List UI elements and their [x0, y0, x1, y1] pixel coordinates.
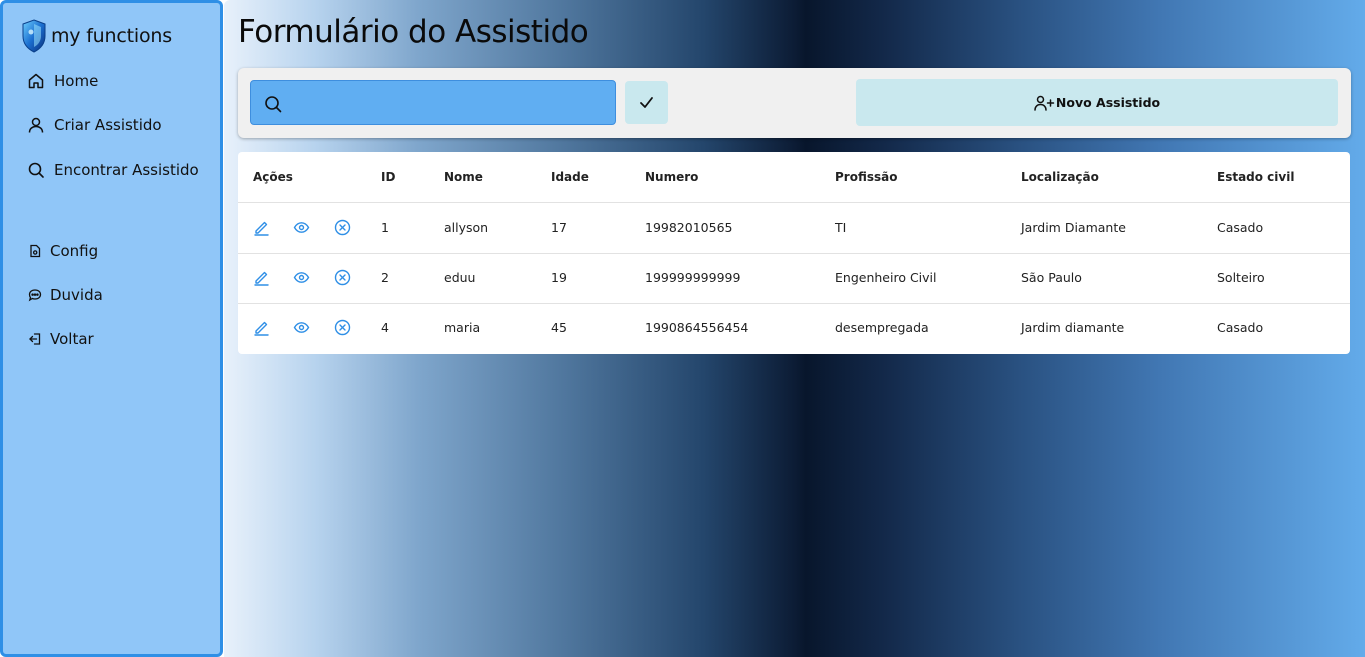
- view-icon[interactable]: [293, 219, 310, 236]
- sidebar-item-home[interactable]: Home: [27, 72, 98, 90]
- sidebar: my functions Home Criar Assistido Encont…: [0, 0, 223, 657]
- sidebar-item-label: Config: [50, 242, 99, 260]
- search-input[interactable]: [293, 81, 608, 124]
- cell-numero: 199999999999: [645, 270, 741, 285]
- column-header: Numero: [645, 170, 699, 184]
- home-icon: [27, 72, 45, 90]
- sidebar-item-label: Encontrar Assistido: [54, 161, 199, 179]
- check-icon: [640, 97, 653, 108]
- cell-idade: 17: [551, 220, 567, 235]
- cell-id: 2: [381, 270, 389, 285]
- settings-file-icon: [28, 244, 42, 258]
- confirm-search-button[interactable]: [625, 81, 668, 124]
- sidebar-item-config[interactable]: Config: [28, 242, 98, 260]
- view-icon[interactable]: [293, 319, 310, 336]
- edit-icon[interactable]: [253, 319, 270, 336]
- edit-icon[interactable]: [253, 219, 270, 236]
- cell-localizacao: Jardim diamante: [1021, 320, 1125, 335]
- sidebar-item-voltar[interactable]: Voltar: [28, 330, 94, 348]
- cell-profissao: TI: [835, 220, 847, 235]
- cell-estado-civil: Casado: [1217, 220, 1264, 235]
- chat-bubble-icon: [28, 288, 42, 302]
- view-icon[interactable]: [293, 269, 310, 286]
- sidebar-item-label: Voltar: [50, 330, 94, 348]
- column-header: ID: [381, 170, 396, 184]
- delete-icon[interactable]: [334, 269, 351, 286]
- main-content: Formulário do Assistido Novo Assistido A…: [224, 0, 1365, 657]
- search-box[interactable]: [250, 80, 616, 125]
- column-header: Ações: [253, 170, 293, 184]
- table-row: 1 allyson 17 19982010565 TI Jardim Diama…: [238, 203, 1350, 254]
- column-header: Idade: [551, 170, 589, 184]
- cell-numero: 19982010565: [645, 220, 733, 235]
- new-assistido-label: Novo Assistido: [1055, 95, 1161, 110]
- user-icon: [27, 116, 45, 134]
- shield-logo-icon: [21, 19, 47, 53]
- cell-profissao: Engenheiro Civil: [835, 270, 937, 285]
- cell-id: 4: [381, 320, 389, 335]
- page-title: Formulário do Assistido: [238, 14, 589, 50]
- brand[interactable]: my functions: [21, 19, 172, 53]
- cell-nome: allyson: [444, 220, 489, 235]
- sidebar-item-encontrar-assistido[interactable]: Encontrar Assistido: [27, 161, 199, 179]
- user-plus-icon: [1034, 95, 1055, 111]
- column-header: Estado civil: [1217, 170, 1295, 184]
- cell-id: 1: [381, 220, 389, 235]
- cell-idade: 19: [551, 270, 567, 285]
- search-icon: [27, 161, 45, 179]
- delete-icon[interactable]: [334, 319, 351, 336]
- cell-nome: eduu: [444, 270, 476, 285]
- assistidos-table: Ações ID Nome Idade Numero Profissão Loc…: [238, 152, 1350, 354]
- edit-icon[interactable]: [253, 269, 270, 286]
- new-assistido-button[interactable]: Novo Assistido: [856, 79, 1338, 126]
- sidebar-item-label: Duvida: [50, 286, 103, 304]
- table-row: 4 maria 45 1990864556454 desempregada Ja…: [238, 303, 1350, 354]
- sidebar-item-duvida[interactable]: Duvida: [28, 286, 103, 304]
- cell-numero: 1990864556454: [645, 320, 749, 335]
- cell-localizacao: São Paulo: [1021, 270, 1082, 285]
- cell-estado-civil: Casado: [1217, 320, 1264, 335]
- column-header: Nome: [444, 170, 483, 184]
- delete-icon[interactable]: [334, 219, 351, 236]
- table-row: 2 eduu 19 199999999999 Engenheiro Civil …: [238, 253, 1350, 304]
- table-header-row: Ações ID Nome Idade Numero Profissão Loc…: [238, 152, 1350, 203]
- sidebar-item-label: Home: [54, 72, 99, 90]
- cell-idade: 45: [551, 320, 567, 335]
- toolbar: Novo Assistido: [238, 68, 1351, 138]
- brand-name: my functions: [51, 25, 172, 47]
- cell-nome: maria: [444, 320, 481, 335]
- sidebar-item-criar-assistido[interactable]: Criar Assistido: [27, 116, 162, 134]
- column-header: Profissão: [835, 170, 898, 184]
- cell-estado-civil: Solteiro: [1217, 270, 1265, 285]
- cell-profissao: desempregada: [835, 320, 929, 335]
- logout-icon: [28, 332, 42, 346]
- cell-localizacao: Jardim Diamante: [1021, 220, 1126, 235]
- sidebar-item-label: Criar Assistido: [54, 116, 162, 134]
- column-header: Localização: [1021, 170, 1099, 184]
